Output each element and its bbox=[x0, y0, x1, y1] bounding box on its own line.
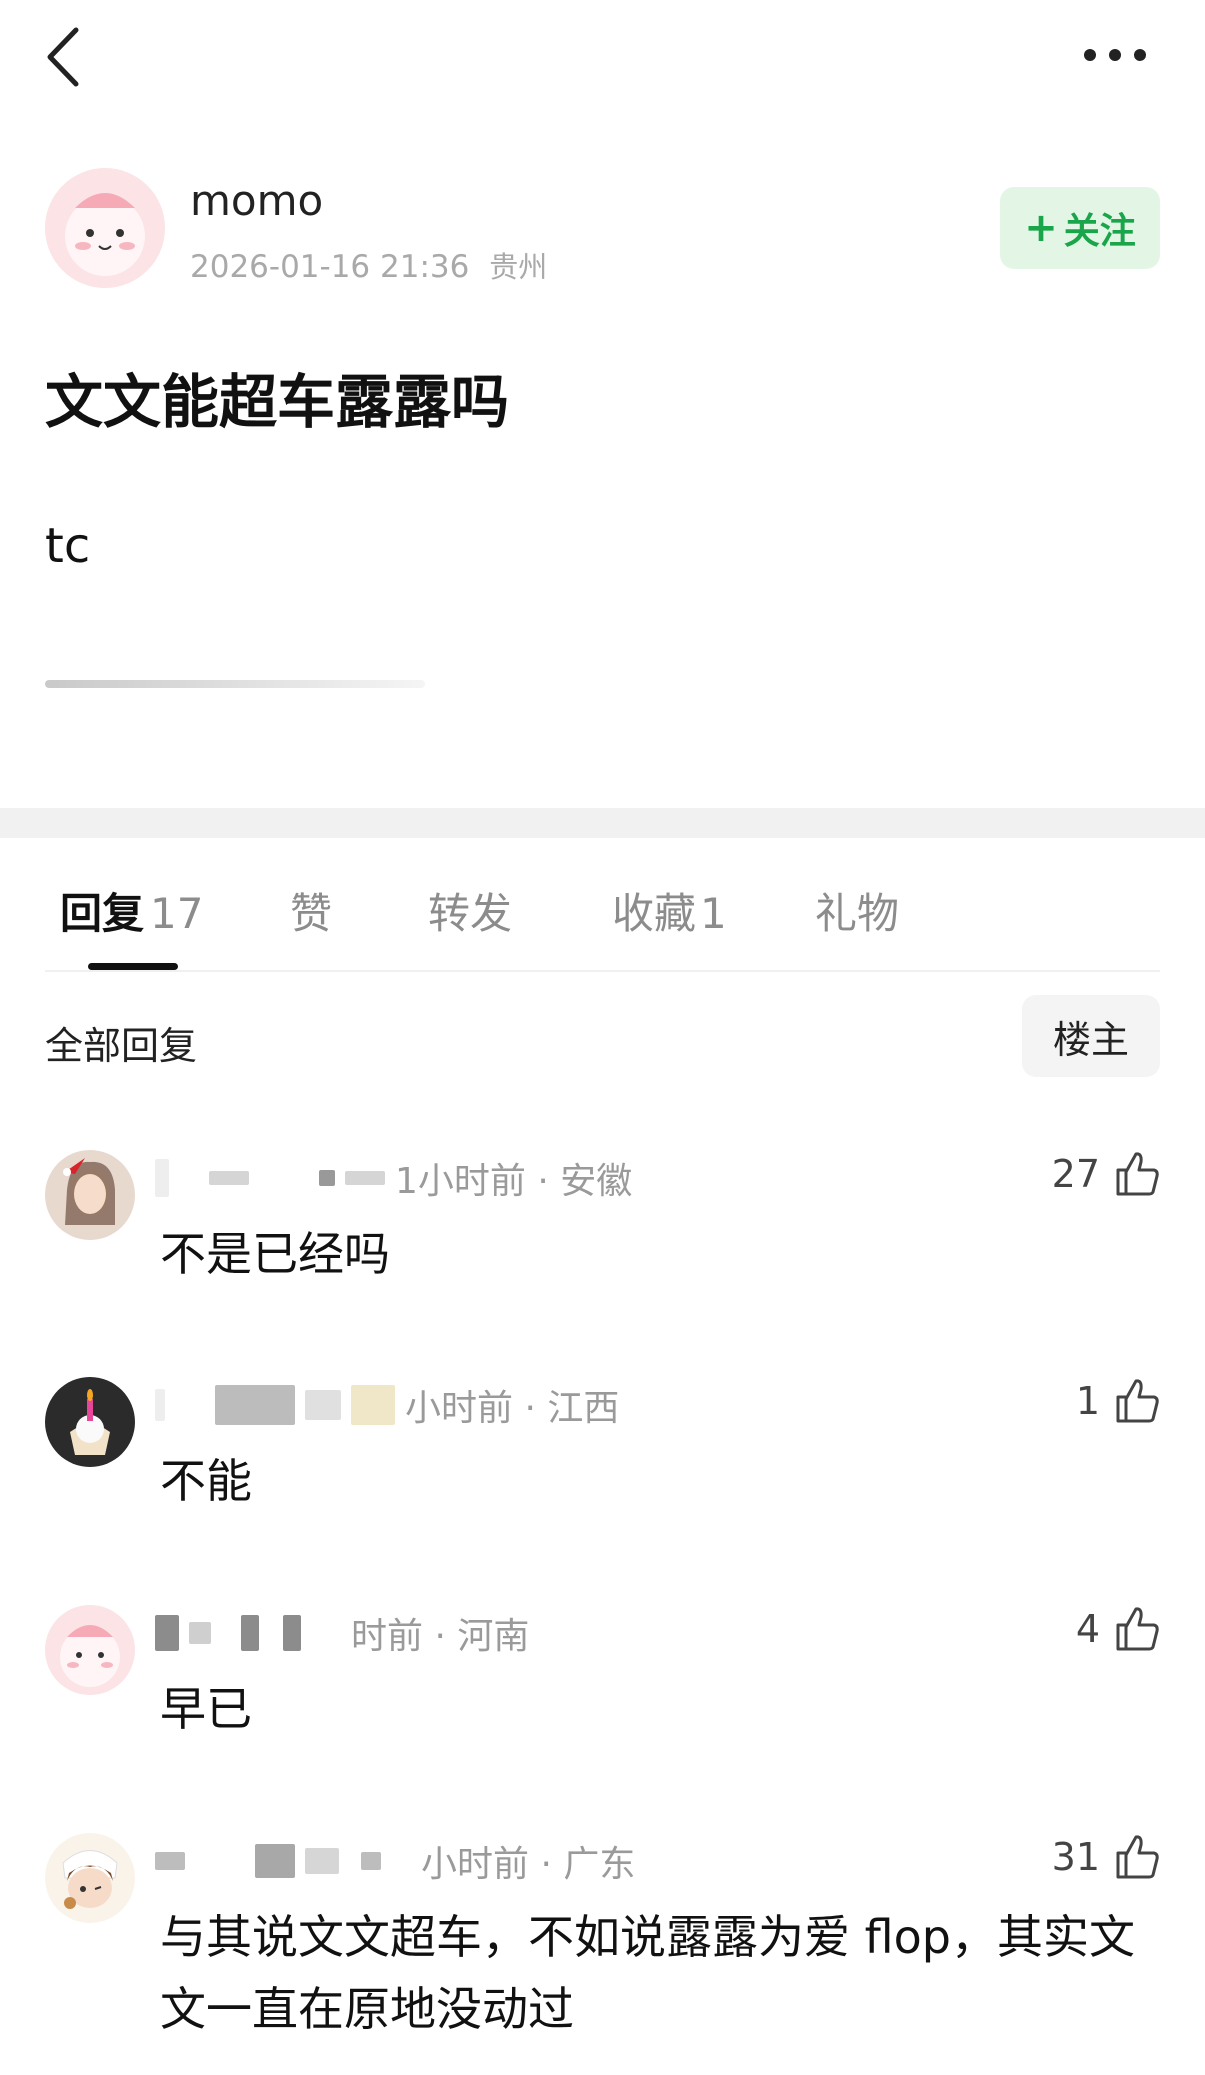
follow-label: 关注 bbox=[1063, 211, 1136, 252]
avatar[interactable] bbox=[45, 1150, 135, 1240]
all-replies-label: 全部回复 bbox=[45, 1024, 198, 1068]
comment-meta: 小时前 · 江西 bbox=[405, 1388, 620, 1429]
back-button[interactable] bbox=[40, 22, 100, 92]
post-datetime: 2026-01-16 21:36 bbox=[190, 249, 470, 285]
tab-gifts[interactable]: 礼物 bbox=[815, 880, 899, 941]
tab-likes[interactable]: 赞 bbox=[290, 880, 332, 941]
tab-count: 1 bbox=[700, 889, 727, 938]
tab-count: 17 bbox=[150, 889, 204, 938]
thumbs-up-icon bbox=[1116, 1379, 1159, 1423]
like-count: 4 bbox=[1075, 1607, 1100, 1651]
author-avatar[interactable] bbox=[45, 168, 165, 288]
comment-meta: 时前 · 河南 bbox=[351, 1616, 530, 1657]
content-divider bbox=[45, 680, 425, 688]
comment-meta: 1小时前 · 安徽 bbox=[395, 1161, 633, 1202]
tab-replies[interactable]: 回复 17 bbox=[60, 880, 203, 941]
tab-label: 礼物 bbox=[815, 889, 900, 938]
tab-label: 转发 bbox=[428, 889, 513, 938]
author-name[interactable]: momo bbox=[190, 176, 323, 225]
comment-text: 与其说文文超车，不如说露露为爱 flop，其实文文一直在原地没动过 bbox=[160, 1910, 1135, 2036]
like-count: 1 bbox=[1075, 1379, 1100, 1423]
post-body: tc bbox=[45, 518, 91, 574]
tab-reposts[interactable]: 转发 bbox=[428, 880, 512, 941]
thumbs-up-icon bbox=[1116, 1152, 1159, 1196]
comment-text: 不是已经吗 bbox=[160, 1227, 390, 1281]
like-button[interactable]: 27 bbox=[1052, 1150, 1160, 1198]
tabs-divider bbox=[45, 970, 1160, 972]
tab-label: 赞 bbox=[290, 889, 333, 938]
plus-icon: + bbox=[1024, 205, 1058, 251]
comment-meta: 小时前 · 广东 bbox=[421, 1844, 636, 1885]
back-arrow-icon bbox=[47, 27, 79, 87]
avatar[interactable] bbox=[45, 1833, 135, 1923]
comment-author: 小时前 · 江西 bbox=[155, 1383, 619, 1429]
comment-text: 早已 bbox=[160, 1682, 252, 1736]
thumbs-up-icon bbox=[1116, 1835, 1159, 1879]
more-icon bbox=[1084, 49, 1146, 61]
like-button[interactable]: 1 bbox=[1076, 1377, 1160, 1425]
like-button[interactable]: 31 bbox=[1052, 1833, 1160, 1881]
avatar[interactable] bbox=[45, 1377, 135, 1467]
like-button[interactable]: 4 bbox=[1076, 1605, 1160, 1653]
comment-author: 小时前 · 广东 bbox=[155, 1839, 635, 1885]
tab-favorites[interactable]: 收藏1 bbox=[612, 880, 727, 941]
comment-author: 时前 · 河南 bbox=[155, 1611, 529, 1657]
section-separator bbox=[0, 808, 1205, 838]
tab-label: 回复 bbox=[60, 889, 145, 938]
comment-text: 不能 bbox=[160, 1454, 252, 1508]
like-count: 31 bbox=[1051, 1835, 1100, 1879]
thumbs-up-icon bbox=[1116, 1607, 1159, 1651]
avatar[interactable] bbox=[45, 1605, 135, 1695]
tab-active-indicator bbox=[88, 963, 178, 970]
more-button[interactable] bbox=[1080, 40, 1150, 70]
like-count: 27 bbox=[1051, 1152, 1100, 1196]
tab-label: 收藏 bbox=[612, 889, 697, 938]
op-only-button[interactable]: 楼主 bbox=[1022, 995, 1160, 1077]
follow-button[interactable]: + 关注 bbox=[1000, 187, 1160, 269]
comment-author: 1小时前 · 安徽 bbox=[155, 1156, 632, 1202]
post-meta: 2026-01-16 21:36 贵州 bbox=[190, 244, 547, 286]
post-title: 文文能超车露露吗 bbox=[45, 368, 510, 436]
post-location: 贵州 bbox=[489, 250, 548, 284]
